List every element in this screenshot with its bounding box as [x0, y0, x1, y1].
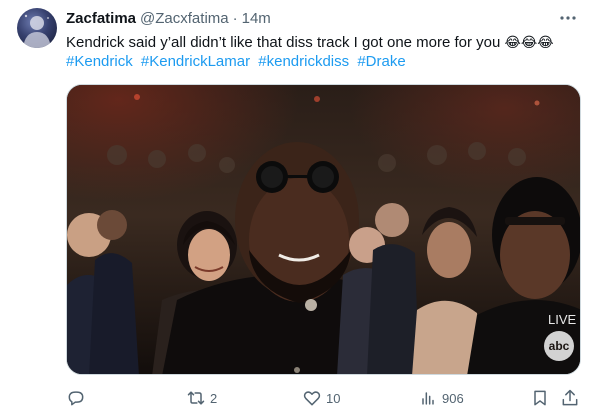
tweet-card[interactable]: Zacfatima @Zacxfatima · 14m Kendrick sai…	[0, 0, 595, 417]
hashtag-link[interactable]: #kendrickdiss	[258, 53, 349, 70]
retweet-count: 2	[210, 390, 218, 406]
user-handle[interactable]: @Zacxfatima	[140, 10, 229, 27]
bookmark-button[interactable]	[530, 386, 550, 410]
avatar[interactable]	[17, 8, 57, 48]
tweet-body: Kendrick said y’all didn’t like that dis…	[66, 34, 501, 51]
share-icon	[562, 389, 578, 406]
views-count: 906	[442, 390, 464, 406]
live-overlay: LIVE	[548, 312, 577, 327]
retweet-icon	[187, 391, 205, 405]
retweet-button[interactable]: 2	[186, 386, 217, 410]
tweet-header: Zacfatima @Zacxfatima · 14m	[66, 8, 271, 28]
like-count: 10	[326, 390, 341, 406]
bookmark-icon	[534, 390, 546, 406]
views-button[interactable]: 906	[418, 386, 464, 410]
hashtag-link[interactable]: #Drake	[357, 53, 405, 70]
more-icon	[560, 16, 576, 20]
tweet-actions-bar: 2 10 906	[66, 386, 581, 410]
laughing-emoji-group: 😂😂😂	[504, 34, 554, 50]
tweet-text: Kendrick said y’all didn’t like that dis…	[66, 32, 581, 53]
tweet-media-image[interactable]: LIVE abc	[66, 84, 581, 375]
timestamp[interactable]: 14m	[242, 10, 271, 27]
hashtag-link[interactable]: #KendrickLamar	[141, 53, 250, 70]
like-button[interactable]: 10	[302, 386, 340, 410]
views-icon	[422, 392, 434, 405]
separator-dot: ·	[232, 9, 238, 27]
hashtag-list: #Kendrick #KendrickLamar #kendrickdiss #…	[66, 52, 410, 72]
reply-button[interactable]	[66, 386, 86, 410]
more-options-button[interactable]	[557, 8, 579, 28]
reply-icon	[68, 391, 84, 406]
share-button[interactable]	[560, 386, 580, 410]
abc-logo-text: abc	[549, 339, 570, 353]
display-name[interactable]: Zacfatima	[66, 10, 136, 27]
hashtag-link[interactable]: #Kendrick	[66, 53, 133, 70]
heart-icon	[303, 391, 321, 406]
